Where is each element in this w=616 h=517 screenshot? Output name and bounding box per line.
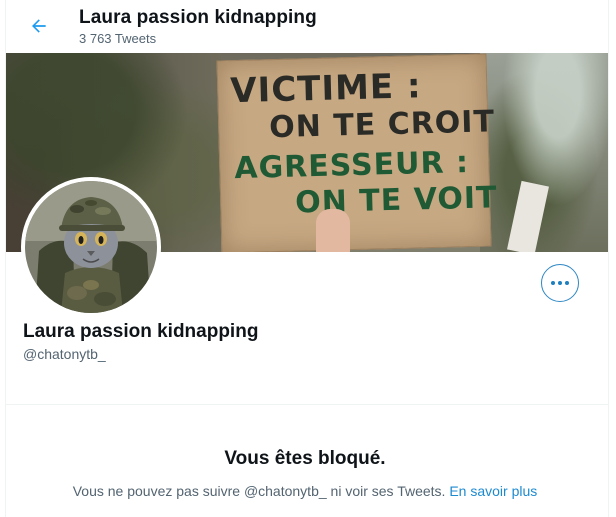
more-horizontal-icon-dot	[558, 281, 562, 285]
profile-name: Laura passion kidnapping	[23, 321, 259, 342]
sign-line-1: VICTIME :	[229, 66, 423, 112]
banner-background-right	[480, 53, 608, 252]
sign-line-2: ON TE CROIT	[268, 104, 496, 146]
more-horizontal-icon-dot	[565, 281, 569, 285]
hand-holding-sign	[316, 209, 350, 252]
profile-page: Laura passion kidnapping 3 763 Tweets VI…	[5, 0, 609, 517]
header-title: Laura passion kidnapping	[79, 7, 317, 28]
more-horizontal-icon	[551, 281, 555, 285]
tweet-count: 3 763 Tweets	[79, 31, 157, 46]
blocked-message-text: Vous ne pouvez pas suivre @chatonytb_ ni…	[72, 483, 446, 499]
profile-handle: @chatonytb_	[23, 346, 106, 362]
arrow-left-icon	[32, 19, 46, 33]
learn-more-link[interactable]: En savoir plus	[449, 483, 537, 499]
blocked-title: Vous êtes bloqué.	[224, 448, 386, 469]
protest-sign: VICTIME : ON TE CROIT AGRESSEUR : ON TE …	[216, 53, 498, 252]
more-options-button[interactable]	[541, 264, 579, 302]
blocked-message: Vous ne pouvez pas suivre @chatonytb_ ni…	[6, 483, 604, 499]
profile-header: Laura passion kidnapping 3 763 Tweets	[6, 0, 608, 53]
sign-line-3: AGRESSEUR :	[233, 144, 470, 187]
back-button[interactable]	[22, 9, 56, 43]
cat-soldier-avatar	[25, 181, 157, 313]
section-divider	[6, 404, 608, 405]
avatar[interactable]	[21, 177, 161, 317]
